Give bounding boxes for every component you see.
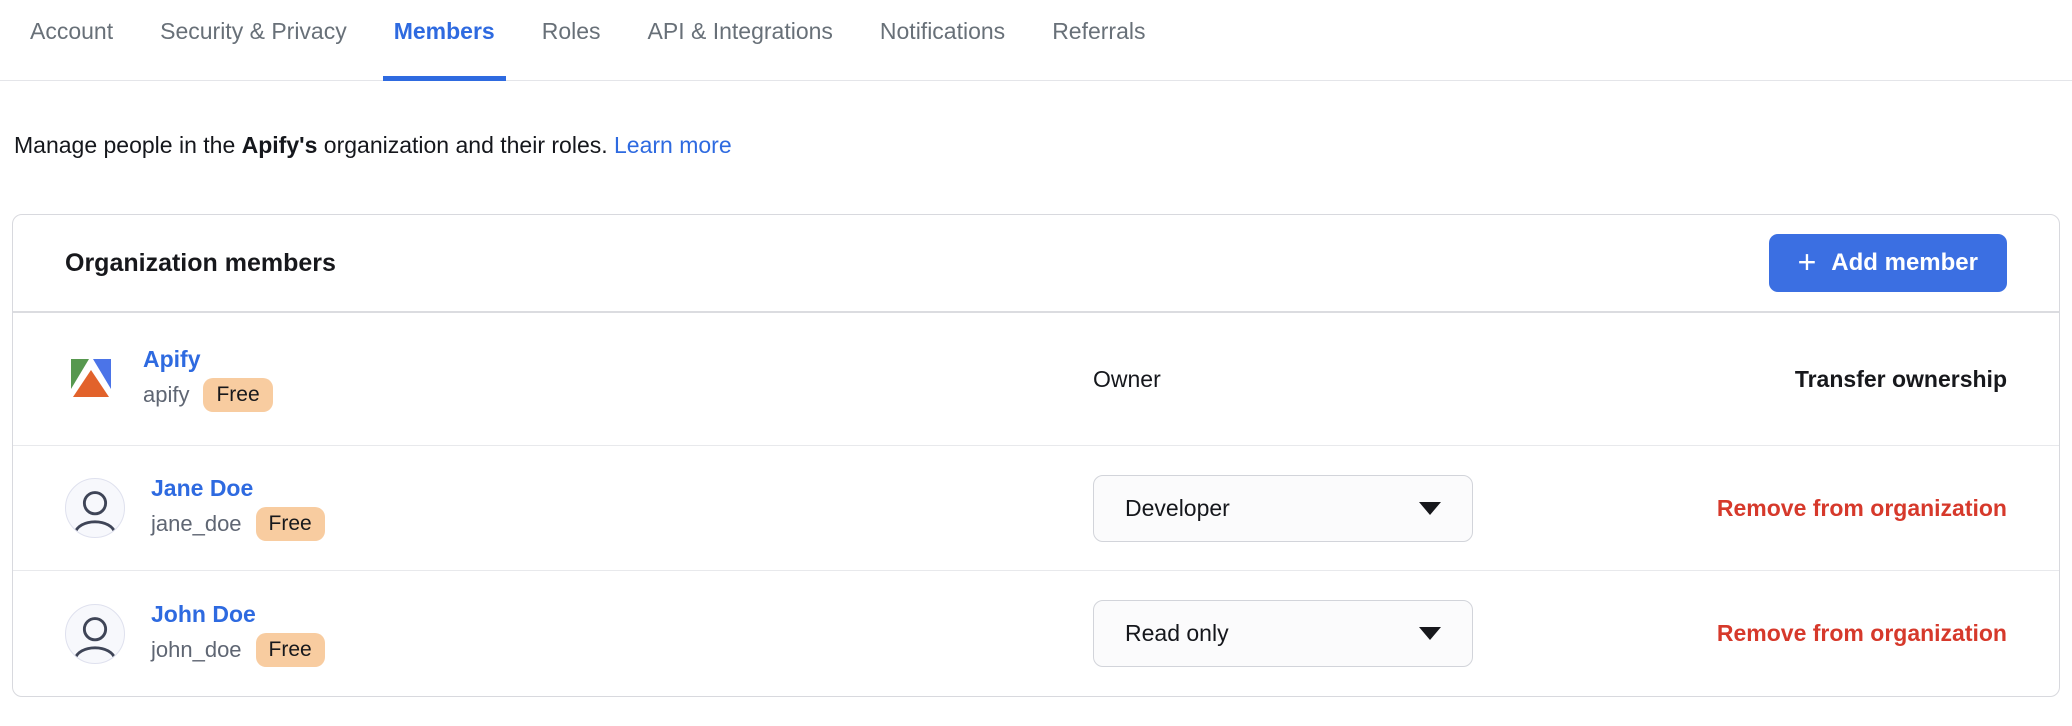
description-text-suffix: organization and their roles.	[317, 132, 614, 158]
tab-notifications[interactable]: Notifications	[880, 18, 1005, 80]
member-names: Apify apify Free	[143, 346, 273, 412]
member-username: john_doe	[151, 637, 242, 663]
card-header: Organization members + Add member	[13, 215, 2059, 313]
role-text: Owner	[1093, 366, 1161, 393]
member-cell: Apify apify Free	[65, 346, 1093, 412]
action-cell: Remove from organization	[1635, 620, 2007, 647]
role-select-value: Read only	[1125, 620, 1229, 647]
organization-members-card: Organization members + Add member Apify …	[12, 214, 2060, 697]
add-member-button[interactable]: + Add member	[1769, 234, 2007, 292]
tab-referrals[interactable]: Referrals	[1052, 18, 1145, 80]
role-cell: Owner	[1093, 366, 1635, 393]
action-cell: Remove from organization	[1635, 495, 2007, 522]
learn-more-link[interactable]: Learn more	[614, 132, 732, 158]
tab-roles[interactable]: Roles	[542, 18, 601, 80]
tab-members[interactable]: Members	[394, 18, 495, 80]
plan-badge: Free	[256, 633, 325, 667]
org-name-text: Apify's	[242, 132, 318, 158]
page-description: Manage people in the Apify's organizatio…	[14, 130, 2058, 160]
chevron-down-icon	[1419, 627, 1441, 640]
avatar	[65, 478, 125, 538]
tab-api-integrations[interactable]: API & Integrations	[648, 18, 833, 80]
role-select-value: Developer	[1125, 495, 1230, 522]
description-text-prefix: Manage people in the	[14, 132, 242, 158]
tab-account[interactable]: Account	[30, 18, 113, 80]
table-row-owner: Apify apify Free Owner Transfer ownershi…	[13, 313, 2059, 446]
table-row-member: John Doe john_doe Free Read only Remove …	[13, 571, 2059, 696]
member-subline: jane_doe Free	[151, 507, 325, 541]
member-cell: John Doe john_doe Free	[65, 601, 1093, 667]
member-username: apify	[143, 382, 189, 408]
member-names: John Doe john_doe Free	[151, 601, 325, 667]
user-icon	[66, 478, 124, 538]
plus-icon: +	[1798, 246, 1817, 278]
apify-logo-icon	[65, 353, 117, 405]
tab-security-privacy[interactable]: Security & Privacy	[160, 18, 347, 80]
table-row-member: Jane Doe jane_doe Free Developer Remove …	[13, 446, 2059, 571]
transfer-ownership-link[interactable]: Transfer ownership	[1795, 366, 2007, 392]
role-select[interactable]: Developer	[1093, 475, 1473, 542]
member-cell: Jane Doe jane_doe Free	[65, 475, 1093, 541]
avatar	[65, 604, 125, 664]
member-username: jane_doe	[151, 511, 242, 537]
settings-tabbar: Account Security & Privacy Members Roles…	[0, 0, 2072, 81]
chevron-down-icon	[1419, 502, 1441, 515]
role-select[interactable]: Read only	[1093, 600, 1473, 667]
plan-badge: Free	[256, 507, 325, 541]
role-cell: Developer	[1093, 475, 1635, 542]
member-subline: apify Free	[143, 378, 273, 412]
action-cell: Transfer ownership	[1635, 366, 2007, 393]
user-icon	[66, 604, 124, 664]
remove-from-organization-link[interactable]: Remove from organization	[1717, 620, 2007, 646]
member-subline: john_doe Free	[151, 633, 325, 667]
add-member-button-label: Add member	[1831, 249, 1978, 277]
plan-badge: Free	[203, 378, 272, 412]
card-title: Organization members	[65, 249, 336, 278]
member-name-link[interactable]: Apify	[143, 346, 273, 373]
member-names: Jane Doe jane_doe Free	[151, 475, 325, 541]
remove-from-organization-link[interactable]: Remove from organization	[1717, 495, 2007, 521]
role-cell: Read only	[1093, 600, 1635, 667]
member-name-link[interactable]: Jane Doe	[151, 475, 325, 502]
member-name-link[interactable]: John Doe	[151, 601, 325, 628]
